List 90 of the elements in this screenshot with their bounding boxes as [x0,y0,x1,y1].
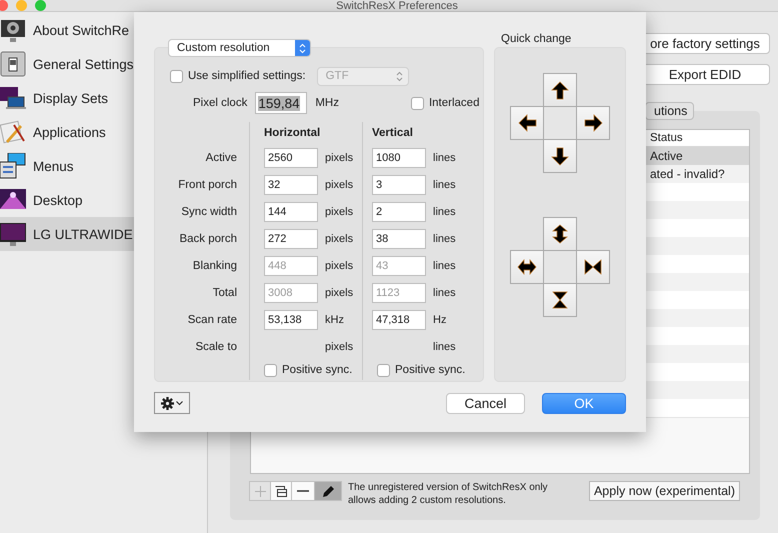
number-field[interactable]: 2 [372,202,426,222]
row-label: Blanking [192,260,237,272]
unit-label: pixels [325,178,354,190]
unit-label: pixels [325,260,354,272]
right-arrow-icon [583,112,603,132]
plus-icon [254,486,266,496]
unit-label: kHz [325,314,344,326]
menu-window-icon [0,153,26,179]
double-arrow-icon [550,224,570,244]
unit-label: pixels [325,232,354,244]
row-label: Scale to [195,340,237,352]
checkbox-label: Positive sync. [282,364,352,376]
shrink-vertical-button[interactable] [543,282,577,316]
checkbox-label: Interlaced [428,97,480,109]
cancel-button[interactable]: Cancel [446,392,525,414]
number-field[interactable]: 38 [372,228,426,248]
number-field[interactable]: 272 [264,228,318,248]
up-arrow-icon [550,80,570,100]
unit-label: lines [433,340,456,352]
checkbox[interactable] [410,96,424,110]
notice-text: The unregistered version of SwitchResX only allows adding 2 custom resolutions. [348,481,548,507]
table-cell-text: ated - invalid? [649,166,726,183]
up-arrow-button[interactable] [543,72,577,106]
down-arrow-icon [550,146,570,166]
inward-arrows-icon [583,256,603,276]
column-header: Vertical [372,127,413,139]
checkbox[interactable] [264,364,277,376]
unit-label: lines [433,152,456,164]
remove-button[interactable] [291,481,315,501]
monitors-icon [0,85,26,111]
inward-arrows-icon [550,290,570,310]
pixel-clock-field[interactable]: 159,84 [255,92,308,114]
checkbox[interactable] [377,364,390,376]
apply-button[interactable]: Apply now (experimental) [588,481,740,501]
table-cell-text: Active [649,148,684,165]
number-field[interactable]: 144 [264,202,318,222]
left-arrow-button[interactable] [510,106,544,140]
unit-label: lines [433,260,456,272]
number-field[interactable]: 1080 [372,148,426,168]
number-field[interactable]: 53,138 [264,310,318,330]
edit-button[interactable] [314,481,342,501]
expand-horizontal-button[interactable] [510,250,544,284]
gear-menu-button[interactable] [154,392,190,414]
unit-label: Hz [433,314,446,326]
unit-label: pixels [325,206,354,218]
stepper-icon [299,42,306,54]
row-label: Scan rate [188,314,237,326]
field-label: Pixel clock [193,97,248,109]
window-title: SwitchResX Preferences [335,0,459,12]
left-arrow-icon [517,112,537,132]
tab[interactable]: utions [645,102,694,120]
unit-label: lines [433,206,456,218]
pencil-icon [322,484,334,498]
column-header: Horizontal [264,127,320,139]
chevron-down-icon [176,400,183,406]
unit-label: lines [433,232,456,244]
row-label: Sync width [181,206,237,218]
center-cell [543,106,577,140]
number-field[interactable]: 3 [372,174,426,194]
checkbox-label: Positive sync. [395,364,466,376]
gear-monitor-icon [0,17,26,43]
unit-label: pixels [325,340,354,352]
number-field[interactable]: 32 [264,174,318,194]
unit-label: lines [433,178,456,190]
center-cell [543,250,577,284]
minus-icon [297,490,309,492]
double-arrow-icon [517,256,537,276]
stepper-icon [396,70,403,82]
monitor-icon [0,221,26,247]
unit-label: lines [433,286,456,298]
number-field[interactable]: 47,318 [372,310,426,330]
column-header[interactable]: Status [646,130,736,146]
unit-label: MHz [315,97,339,109]
number-field[interactable]: 2560 [264,148,318,168]
gear-icon [161,396,174,410]
row-label: Total [212,286,237,298]
row-label: Front porch [178,178,237,190]
row-label: Active [206,152,237,164]
field-value: 159,84 [258,96,300,110]
right-arrow-button[interactable] [576,106,610,140]
shrink-horizontal-button[interactable] [576,250,610,284]
checkbox-label: Use simplified settings: [188,70,306,82]
duplicate-button[interactable] [270,481,292,501]
group-title: Quick change [500,34,572,46]
down-arrow-button[interactable] [543,138,577,172]
expand-vertical-button[interactable] [543,216,577,250]
mode-popup[interactable]: Custom resolution [168,39,311,57]
unit-label: pixels [325,286,354,298]
duplicate-icon [275,486,287,496]
unit-label: pixels [325,152,354,164]
